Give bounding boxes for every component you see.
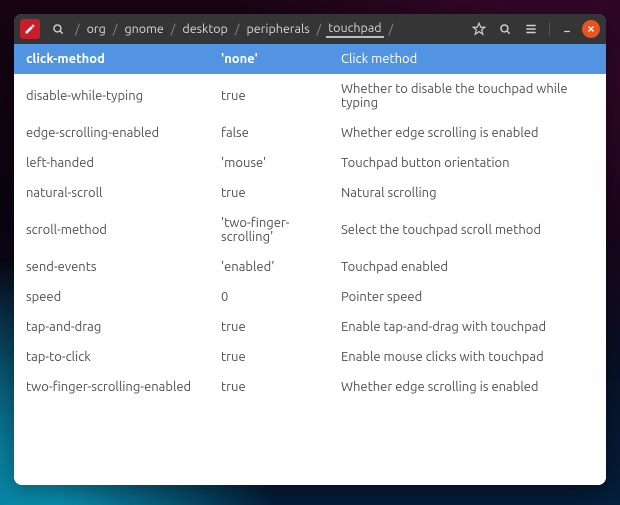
breadcrumb-segment[interactable]: org [85,21,108,37]
settings-key: tap-to-click [26,350,221,364]
settings-row[interactable]: disable-while-typingtrueWhether to disab… [14,74,606,118]
settings-description: Whether edge scrolling is enabled [341,126,596,140]
window: / org / gnome / desktop / peripherals / … [14,14,606,485]
settings-row[interactable]: send-events'enabled'Touchpad enabled [14,252,606,282]
settings-value: 'enabled' [221,260,341,274]
header-actions [469,19,600,39]
settings-key: scroll-method [26,223,221,237]
settings-key: left-handed [26,156,221,170]
settings-row[interactable]: tap-to-clicktrueEnable mouse clicks with… [14,342,606,372]
settings-row[interactable]: tap-and-dragtrueEnable tap-and-drag with… [14,312,606,342]
settings-key: tap-and-drag [26,320,221,334]
settings-key: click-method [26,52,221,66]
settings-description: Click method [341,52,596,66]
header-separator [549,22,550,36]
bookmark-icon[interactable] [469,19,489,39]
settings-value: true [221,89,341,103]
search-icon[interactable] [495,19,515,39]
settings-value: true [221,380,341,394]
settings-description: Whether edge scrolling is enabled [341,380,596,394]
settings-description: Natural scrolling [341,186,596,200]
window-close-button[interactable] [582,20,600,38]
breadcrumb-sep: / [72,22,83,36]
breadcrumb-sep: / [168,22,179,36]
settings-description: Select the touchpad scroll method [341,223,596,237]
breadcrumb-sep: / [314,22,325,36]
breadcrumb-segment[interactable]: gnome [122,21,165,37]
settings-key: two-finger-scrolling-enabled [26,380,221,394]
search-path-icon[interactable] [48,19,68,39]
settings-value: true [221,350,341,364]
settings-key: disable-while-typing [26,89,221,103]
settings-row[interactable]: natural-scrolltrueNatural scrolling [14,178,606,208]
settings-description: Pointer speed [341,290,596,304]
breadcrumb-segment-current[interactable]: touchpad [326,20,383,38]
breadcrumb-sep: / [232,22,243,36]
settings-description: Enable tap-and-drag with touchpad [341,320,596,334]
breadcrumb-segment[interactable]: desktop [180,21,229,37]
header-bar: / org / gnome / desktop / peripherals / … [14,14,606,44]
settings-description: Whether to disable the touchpad while ty… [341,82,596,110]
settings-row[interactable]: left-handed'mouse'Touchpad button orient… [14,148,606,178]
settings-row[interactable]: edge-scrolling-enabledfalseWhether edge … [14,118,606,148]
settings-value: false [221,126,341,140]
breadcrumb-segment[interactable]: peripherals [244,21,311,37]
settings-key: speed [26,290,221,304]
breadcrumb: / org / gnome / desktop / peripherals / … [70,20,467,38]
app-icon [20,19,40,39]
settings-list: click-method'none'Click methoddisable-wh… [14,44,606,485]
settings-row[interactable]: speed0Pointer speed [14,282,606,312]
settings-key: send-events [26,260,221,274]
settings-value: true [221,320,341,334]
breadcrumb-sep: / [110,22,121,36]
settings-row[interactable]: two-finger-scrolling-enabledtrueWhether … [14,372,606,402]
settings-value: 0 [221,290,341,304]
settings-row[interactable]: scroll-method'two-finger-scrolling'Selec… [14,208,606,252]
menu-icon[interactable] [521,19,541,39]
settings-value: 'mouse' [221,156,341,170]
settings-key: edge-scrolling-enabled [26,126,221,140]
settings-row[interactable]: click-method'none'Click method [14,44,606,74]
settings-description: Touchpad button orientation [341,156,596,170]
settings-description: Enable mouse clicks with touchpad [341,350,596,364]
settings-value: 'none' [221,52,341,66]
settings-key: natural-scroll [26,186,221,200]
window-minimize-button[interactable] [558,20,576,38]
breadcrumb-sep: / [386,22,397,36]
settings-value: 'two-finger-scrolling' [221,216,341,244]
settings-value: true [221,186,341,200]
settings-description: Touchpad enabled [341,260,596,274]
